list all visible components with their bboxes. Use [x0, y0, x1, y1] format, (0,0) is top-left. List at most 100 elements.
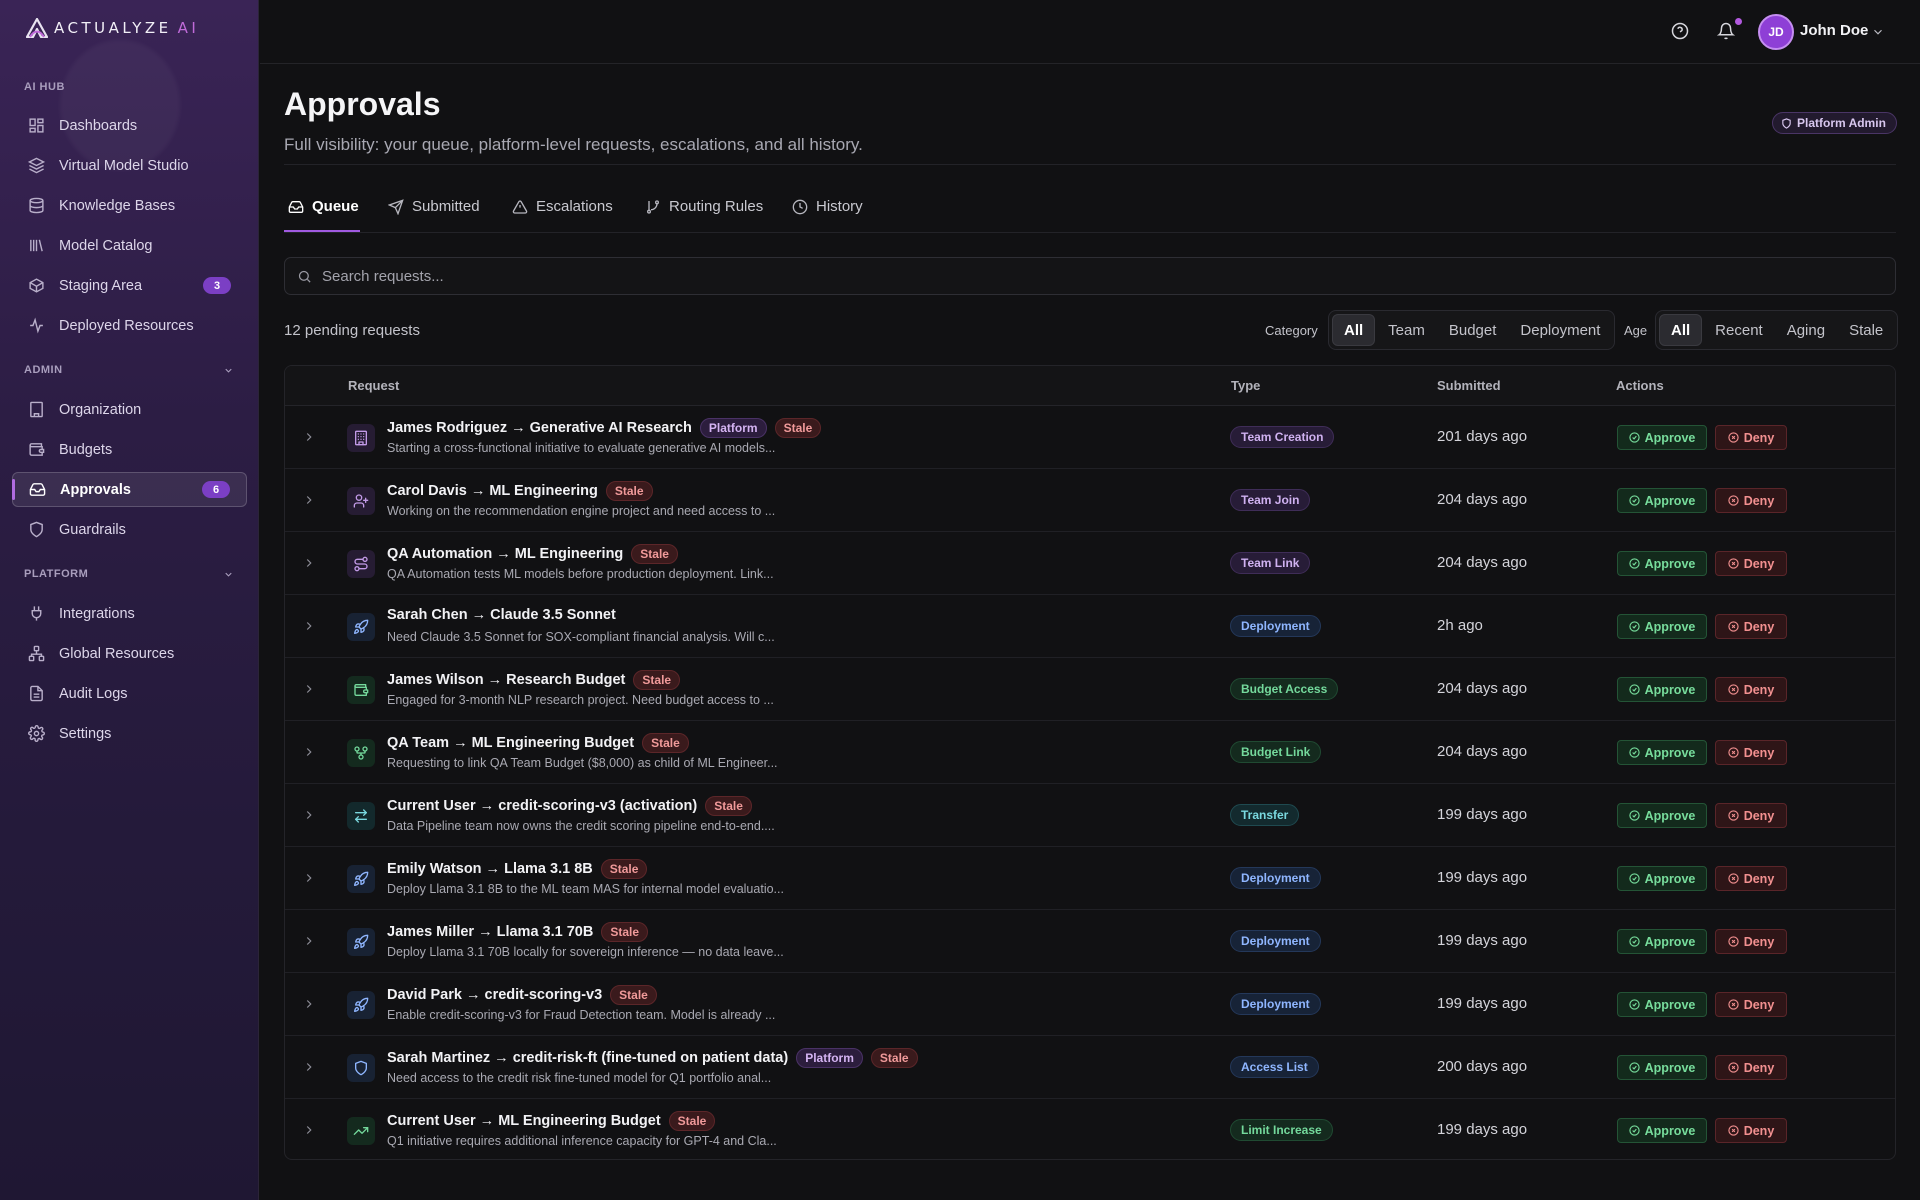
check-circle-icon — [1628, 495, 1640, 506]
approve-button[interactable]: Approve — [1617, 740, 1707, 765]
deny-button[interactable]: Deny — [1715, 1055, 1787, 1080]
tab-label: Submitted — [412, 198, 480, 215]
tab-routing-rules[interactable]: Routing Rules — [645, 198, 763, 232]
bell-icon[interactable] — [1717, 22, 1735, 40]
chevron-right-icon[interactable] — [302, 871, 316, 885]
request-title[interactable]: Sarah Martinez → credit-risk-ft (fine-tu… — [387, 1050, 788, 1066]
approve-button[interactable]: Approve — [1617, 1118, 1707, 1143]
age-option-aging[interactable]: Aging — [1776, 314, 1836, 346]
chevron-right-icon[interactable] — [302, 430, 316, 444]
request-title[interactable]: Carol Davis → ML Engineering — [387, 483, 598, 499]
chevron-right-icon[interactable] — [302, 493, 316, 507]
sidebar-item-dashboards[interactable]: Dashboards — [12, 108, 247, 143]
sidebar-item-integrations[interactable]: Integrations — [12, 596, 247, 631]
approve-button[interactable]: Approve — [1617, 425, 1707, 450]
sidebar-item-virtual-model-studio[interactable]: Virtual Model Studio — [12, 148, 247, 183]
deny-button[interactable]: Deny — [1715, 929, 1787, 954]
request-title[interactable]: Sarah Chen → Claude 3.5 Sonnet — [387, 607, 616, 623]
chevron-right-icon[interactable] — [302, 934, 316, 948]
category-option-all[interactable]: All — [1332, 314, 1376, 346]
chevron-down-icon[interactable] — [1871, 25, 1885, 39]
deny-button[interactable]: Deny — [1715, 1118, 1787, 1143]
category-option-deployment[interactable]: Deployment — [1509, 314, 1611, 346]
sidebar-item-audit-logs[interactable]: Audit Logs — [12, 676, 247, 711]
shield-icon — [1782, 117, 1791, 129]
age-option-stale[interactable]: Stale — [1838, 314, 1894, 346]
deny-button[interactable]: Deny — [1715, 677, 1787, 702]
sidebar-item-knowledge-bases[interactable]: Knowledge Bases — [12, 188, 247, 223]
stale-badge: Stale — [605, 481, 653, 501]
tab-label: History — [816, 198, 863, 215]
column-submitted: Submitted — [1437, 378, 1501, 393]
sidebar-item-approvals[interactable]: Approvals 6 — [12, 472, 247, 507]
role-badge: Platform Admin — [1772, 112, 1897, 134]
sidebar-item-staging-area[interactable]: Staging Area 3 — [12, 268, 247, 303]
approve-button[interactable]: Approve — [1617, 929, 1707, 954]
tab-history[interactable]: History — [792, 198, 863, 232]
deny-button[interactable]: Deny — [1715, 866, 1787, 891]
approve-button[interactable]: Approve — [1617, 488, 1707, 513]
search-input[interactable] — [322, 267, 1822, 285]
x-circle-icon — [1728, 558, 1739, 569]
request-description: Requesting to link QA Team Budget ($8,00… — [387, 756, 778, 770]
request-title[interactable]: James Rodriguez → Generative AI Research — [387, 420, 692, 436]
tab-submitted[interactable]: Submitted — [388, 198, 480, 232]
sidebar-item-settings[interactable]: Settings — [12, 716, 247, 751]
section-platform[interactable]: PLATFORM — [24, 568, 234, 580]
help-icon[interactable] — [1671, 22, 1689, 40]
deny-button[interactable]: Deny — [1715, 740, 1787, 765]
sidebar-item-label: Virtual Model Studio — [59, 157, 189, 174]
sidebar-item-budgets[interactable]: Budgets — [12, 432, 247, 467]
request-title[interactable]: David Park → credit-scoring-v3 — [387, 987, 602, 1003]
deny-button[interactable]: Deny — [1715, 551, 1787, 576]
approve-button[interactable]: Approve — [1617, 614, 1707, 639]
approve-button[interactable]: Approve — [1617, 677, 1707, 702]
chevron-right-icon[interactable] — [302, 808, 316, 822]
tab-queue[interactable]: Queue — [288, 198, 359, 232]
header-divider — [284, 164, 1896, 165]
activity-icon — [30, 317, 43, 334]
deny-button[interactable]: Deny — [1715, 614, 1787, 639]
section-admin[interactable]: ADMIN — [24, 364, 234, 376]
approve-button[interactable]: Approve — [1617, 551, 1707, 576]
sidebar-item-deployed-resources[interactable]: Deployed Resources — [12, 308, 247, 343]
request-title[interactable]: James Miller → Llama 3.1 70B — [387, 924, 593, 940]
chevron-right-icon[interactable] — [302, 556, 316, 570]
sidebar-item-label: Knowledge Bases — [59, 197, 176, 214]
request-title[interactable]: Current User → credit-scoring-v3 (activa… — [387, 798, 697, 814]
deny-button[interactable]: Deny — [1715, 992, 1787, 1017]
chevron-right-icon[interactable] — [302, 682, 316, 696]
logo-mark-icon — [26, 18, 48, 38]
request-title[interactable]: James Wilson → Research Budget — [387, 672, 625, 688]
approve-button[interactable]: Approve — [1617, 866, 1707, 891]
tab-escalations[interactable]: Escalations — [512, 198, 613, 232]
chevron-right-icon[interactable] — [302, 997, 316, 1011]
chevron-right-icon[interactable] — [302, 1060, 316, 1074]
approve-button[interactable]: Approve — [1617, 1055, 1707, 1080]
request-title[interactable]: Emily Watson → Llama 3.1 8B — [387, 861, 593, 877]
request-title[interactable]: QA Automation → ML Engineering — [387, 546, 623, 562]
deny-button[interactable]: Deny — [1715, 425, 1787, 450]
chevron-right-icon[interactable] — [302, 619, 316, 633]
sidebar-item-organization[interactable]: Organization — [12, 392, 247, 427]
avatar[interactable]: JD — [1758, 14, 1794, 50]
category-option-budget[interactable]: Budget — [1438, 314, 1508, 346]
request-title[interactable]: Current User → ML Engineering Budget — [387, 1113, 661, 1129]
approve-button[interactable]: Approve — [1617, 803, 1707, 828]
deny-button[interactable]: Deny — [1715, 803, 1787, 828]
search-box[interactable] — [284, 257, 1896, 295]
sidebar-item-model-catalog[interactable]: Model Catalog — [12, 228, 247, 263]
brand-logo[interactable]: ACTUALYZE AI — [26, 18, 199, 38]
approve-button[interactable]: Approve — [1617, 992, 1707, 1017]
category-option-team[interactable]: Team — [1377, 314, 1436, 346]
age-option-all[interactable]: All — [1659, 314, 1703, 346]
sidebar-item-global-resources[interactable]: Global Resources — [12, 636, 247, 671]
age-option-recent[interactable]: Recent — [1704, 314, 1774, 346]
deny-button[interactable]: Deny — [1715, 488, 1787, 513]
sidebar-item-guardrails[interactable]: Guardrails — [12, 512, 247, 547]
request-title[interactable]: QA Team → ML Engineering Budget — [387, 735, 634, 751]
chevron-right-icon[interactable] — [302, 1123, 316, 1137]
user-name[interactable]: John Doe — [1800, 22, 1868, 39]
section-ai-hub: AI HUB — [24, 81, 65, 93]
chevron-right-icon[interactable] — [302, 745, 316, 759]
